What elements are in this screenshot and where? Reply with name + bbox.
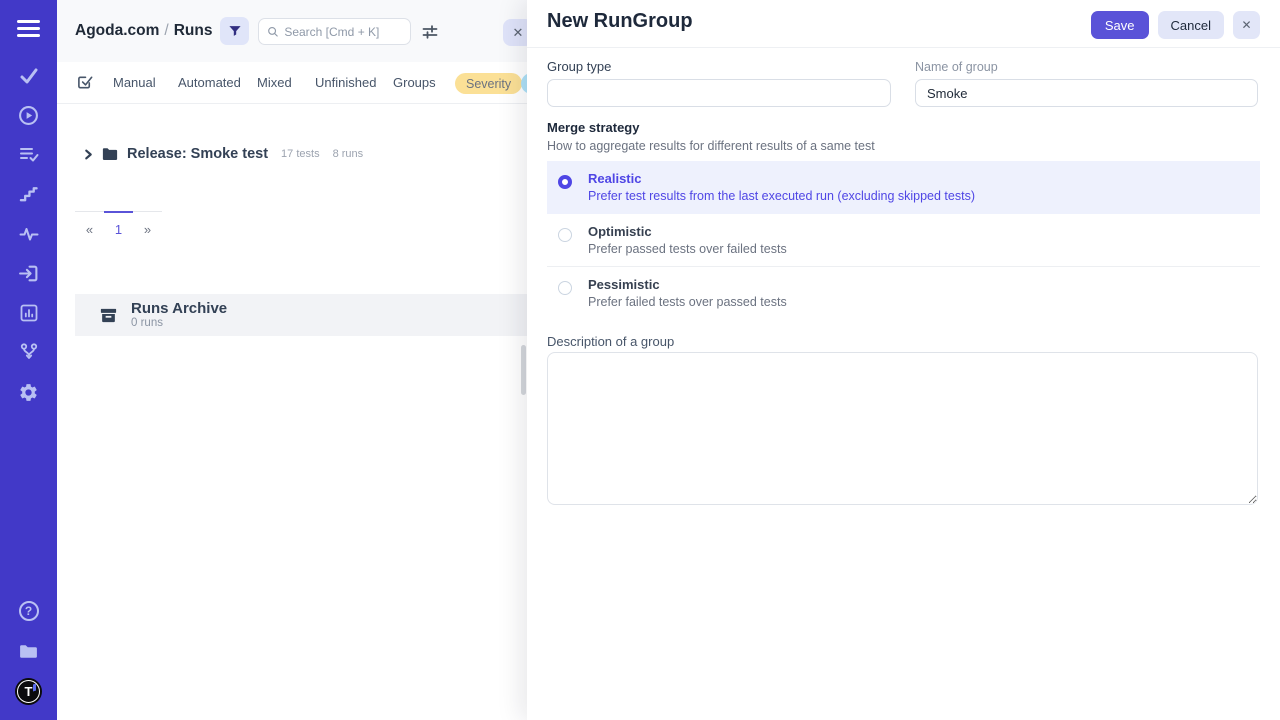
- archive-runs-count: 0 runs: [131, 317, 227, 329]
- steps-icon[interactable]: [0, 179, 57, 209]
- run-filter-tabs: Manual Automated Mixed Unfinished Groups…: [57, 62, 527, 104]
- tab-groups[interactable]: Groups: [393, 75, 436, 90]
- merge-option-realistic[interactable]: Realistic Prefer test results from the l…: [547, 161, 1260, 214]
- run-group-tests-count: 17 tests: [281, 148, 320, 160]
- option-title-realistic: Realistic: [588, 171, 1260, 186]
- menu-icon[interactable]: [0, 14, 57, 42]
- merge-option-optimistic[interactable]: Optimistic Prefer passed tests over fail…: [547, 214, 1260, 267]
- search-icon: [267, 25, 278, 38]
- merge-strategy-hint: How to aggregate results for different r…: [547, 139, 1260, 153]
- run-group-row[interactable]: Release: Smoke test 17 tests 8 runs: [57, 142, 527, 166]
- run-group-name: Release: Smoke test: [127, 146, 268, 162]
- pagination-page-1[interactable]: 1: [104, 211, 133, 237]
- import-icon[interactable]: [0, 258, 57, 288]
- funnel-icon: [228, 24, 242, 38]
- group-type-field-wrap: Group type: [547, 58, 891, 107]
- user-avatar[interactable]: T: [0, 676, 57, 706]
- merge-strategy-options: Realistic Prefer test results from the l…: [547, 161, 1260, 320]
- avatar-logo: T: [15, 678, 42, 705]
- merge-strategy-label: Merge strategy: [547, 120, 1260, 135]
- run-group-runs-count: 8 runs: [333, 148, 364, 160]
- avatar-flag-accent: [33, 683, 36, 691]
- group-name-label: Name of group: [915, 60, 998, 74]
- search-input[interactable]: [284, 25, 402, 39]
- hamburger-bars: [17, 20, 40, 37]
- tab-mixed[interactable]: Mixed: [257, 75, 292, 90]
- description-textarea[interactable]: [547, 352, 1258, 505]
- folder-icon: [102, 147, 118, 161]
- page-title: New RunGroup: [547, 10, 693, 33]
- radio-optimistic[interactable]: [558, 228, 572, 242]
- form-top-row: Group type Name of group: [547, 58, 1260, 107]
- select-runs-icon[interactable]: [77, 74, 94, 94]
- runs-list-panel: Agoda.com/Runs ✕ Manual Automated Mixed …: [57, 0, 527, 720]
- panel-header: New RunGroup Save Cancel ✕: [527, 0, 1280, 48]
- pagination-prev[interactable]: «: [75, 211, 104, 237]
- tab-unfinished[interactable]: Unfinished: [315, 75, 376, 90]
- archive-title: Runs Archive: [131, 301, 227, 318]
- rungroup-form: Group type Name of group Merge strategy …: [527, 58, 1280, 510]
- help-icon[interactable]: ?: [0, 596, 57, 626]
- radio-pessimistic[interactable]: [558, 281, 572, 295]
- branches-icon[interactable]: [0, 337, 57, 367]
- group-name-input[interactable]: [915, 79, 1258, 107]
- group-name-field-wrap: Name of group: [915, 58, 1258, 107]
- pulse-icon[interactable]: [0, 219, 57, 249]
- archive-text: Runs Archive 0 runs: [131, 301, 227, 330]
- tab-automated[interactable]: Automated: [178, 75, 241, 90]
- play-circle-icon[interactable]: [0, 100, 57, 130]
- avatar-letter: T: [25, 685, 33, 698]
- save-button[interactable]: Save: [1091, 11, 1149, 39]
- runs-topbar: Agoda.com/Runs: [57, 0, 527, 62]
- run-list-icon[interactable]: [0, 139, 57, 169]
- description-label: Description of a group: [547, 334, 1260, 349]
- projects-folder-icon[interactable]: [0, 636, 57, 666]
- adjustments-icon[interactable]: [419, 21, 441, 43]
- group-type-label: Group type: [547, 59, 611, 74]
- merge-option-pessimistic[interactable]: Pessimistic Prefer failed tests over pas…: [547, 267, 1260, 320]
- breadcrumb: Agoda.com/Runs: [75, 22, 212, 40]
- chevron-right-icon[interactable]: [84, 149, 93, 160]
- settings-gear-icon[interactable]: [0, 377, 57, 407]
- tab-manual[interactable]: Manual: [113, 75, 156, 90]
- runs-archive-row[interactable]: Runs Archive 0 runs: [75, 294, 527, 336]
- option-desc-pessimistic: Prefer failed tests over passed tests: [588, 295, 1260, 309]
- radio-realistic[interactable]: [558, 175, 572, 189]
- scrollbar-thumb[interactable]: [521, 345, 526, 395]
- option-title-optimistic: Optimistic: [588, 224, 1260, 239]
- option-desc-optimistic: Prefer passed tests over failed tests: [588, 242, 1260, 256]
- tab-severity[interactable]: Severity: [455, 73, 522, 94]
- pagination-next[interactable]: »: [133, 211, 162, 237]
- analytics-icon[interactable]: [0, 298, 57, 328]
- check-icon[interactable]: [0, 61, 57, 91]
- question-mark: ?: [19, 601, 39, 621]
- pagination: « 1 »: [75, 211, 162, 237]
- sidebar: ? T: [0, 0, 57, 720]
- breadcrumb-project[interactable]: Agoda.com: [75, 22, 159, 39]
- group-type-input[interactable]: [547, 79, 891, 107]
- filter-button[interactable]: [220, 17, 249, 45]
- search-box: [258, 18, 411, 45]
- option-desc-realistic: Prefer test results from the last execut…: [588, 189, 1260, 203]
- app-window: ? T Agoda.com/Runs: [0, 0, 1280, 720]
- cancel-button[interactable]: Cancel: [1158, 11, 1224, 39]
- header-actions: Save Cancel ✕: [1091, 11, 1260, 39]
- archive-icon: [99, 306, 118, 325]
- breadcrumb-separator: /: [159, 22, 173, 39]
- breadcrumb-page: Runs: [174, 22, 213, 39]
- option-title-pessimistic: Pessimistic: [588, 277, 1260, 292]
- close-panel-button[interactable]: ✕: [1233, 11, 1260, 39]
- new-rungroup-panel: New RunGroup Save Cancel ✕ Group type Na…: [527, 0, 1280, 720]
